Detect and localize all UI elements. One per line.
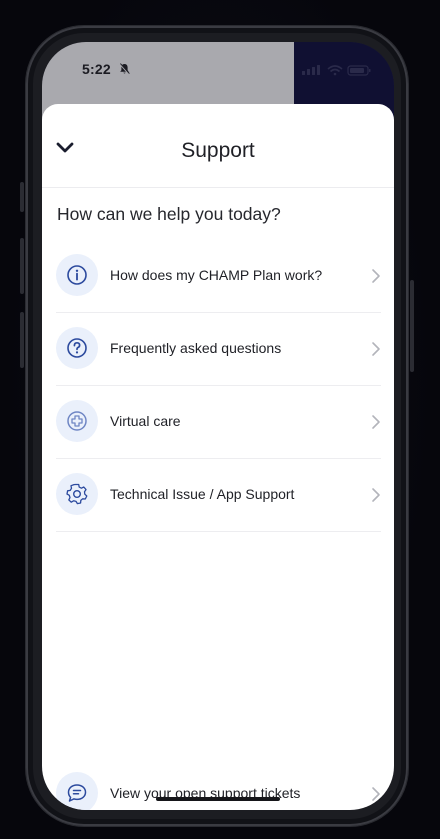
menu-item-label: Technical Issue / App Support bbox=[110, 486, 295, 502]
icon-badge bbox=[56, 254, 98, 296]
chevron-right-icon bbox=[372, 787, 380, 801]
status-indicators bbox=[302, 65, 371, 76]
stage: 5:22 Support How can we help you today? … bbox=[0, 0, 440, 839]
side-button-volume-down bbox=[20, 312, 24, 368]
bell-slash-icon bbox=[119, 63, 130, 75]
menu-item-virtual-care[interactable]: Virtual care bbox=[56, 386, 381, 459]
menu-item-faq[interactable]: Frequently asked questions bbox=[56, 313, 381, 386]
chevron-right-icon bbox=[372, 342, 380, 356]
menu-item-champ-plan[interactable]: How does my CHAMP Plan work? bbox=[56, 240, 381, 313]
icon-badge bbox=[56, 400, 98, 442]
status-time: 5:22 bbox=[82, 61, 111, 77]
home-indicator[interactable] bbox=[156, 797, 280, 801]
side-button-power bbox=[410, 280, 414, 372]
question-icon bbox=[67, 338, 87, 358]
info-icon bbox=[67, 265, 87, 285]
chevron-right-icon bbox=[372, 269, 380, 283]
chat-ticket-icon bbox=[67, 784, 87, 802]
icon-badge bbox=[56, 473, 98, 515]
sheet-header: Support bbox=[42, 104, 394, 188]
chevron-right-icon bbox=[372, 415, 380, 429]
phone-screen: 5:22 Support How can we help you today? … bbox=[42, 42, 394, 810]
icon-badge bbox=[56, 772, 98, 810]
gear-icon bbox=[66, 483, 88, 505]
chevron-right-icon bbox=[372, 488, 380, 502]
support-menu: How does my CHAMP Plan work? Frequently … bbox=[56, 240, 381, 532]
menu-item-label: How does my CHAMP Plan work? bbox=[110, 267, 323, 283]
side-button-volume-up bbox=[20, 238, 24, 294]
menu-item-label: Frequently asked questions bbox=[110, 340, 282, 356]
support-sheet: Support How can we help you today? How d… bbox=[42, 104, 394, 810]
page-title: Support bbox=[181, 139, 255, 162]
menu-item-technical-support[interactable]: Technical Issue / App Support bbox=[56, 459, 381, 532]
open-tickets-button[interactable]: View your open support tickets bbox=[56, 758, 381, 810]
help-heading: How can we help you today? bbox=[57, 204, 281, 224]
side-button-silent bbox=[20, 182, 24, 212]
icon-badge bbox=[56, 327, 98, 369]
medical-cross-icon bbox=[67, 411, 87, 431]
menu-item-label: Virtual care bbox=[110, 413, 181, 429]
